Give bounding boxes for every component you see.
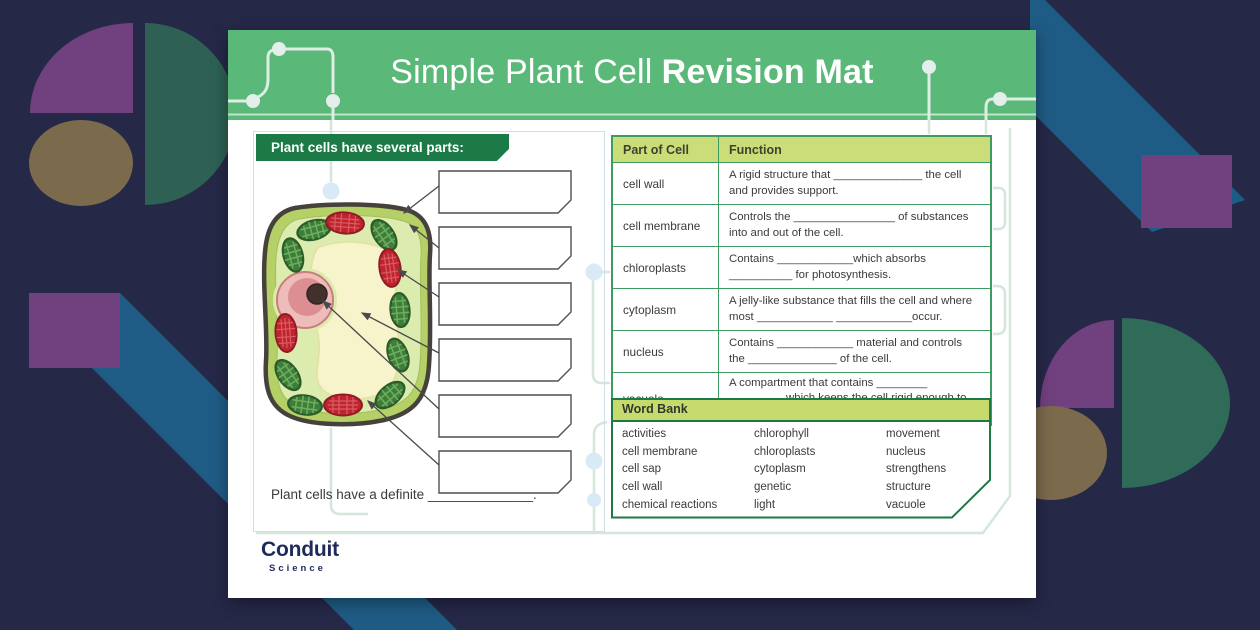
table-row: cytoplasm A jelly-like substance that fi…: [612, 289, 991, 331]
word-bank-title: Word Bank: [622, 402, 688, 416]
label-box-1: [439, 171, 571, 213]
word-bank-item: activities: [622, 426, 754, 444]
word-bank-column: movement nucleus strengthens structure v…: [886, 426, 982, 515]
page-background: Simple Plant Cell Revision Mat Plant cel…: [0, 0, 1260, 630]
word-bank-item: nucleus: [886, 444, 982, 462]
page-title-regular: Simple Plant Cell: [390, 53, 652, 92]
label-box-2: [439, 227, 571, 269]
plant-cell-illustration: [257, 201, 441, 439]
logo-subtitle: Science: [269, 563, 339, 574]
part-function: Contains ____________which absorbs _____…: [719, 247, 992, 289]
chloroplast-shapes: [270, 216, 412, 417]
conduit-logo: Conduit Science: [261, 538, 339, 574]
word-bank-column: chlorophyll chloroplasts cytoplasm genet…: [754, 426, 886, 515]
label-arrows: [323, 186, 439, 465]
bg-rect-purple-right: [1141, 155, 1232, 228]
word-bank-item: light: [754, 497, 886, 515]
bg-circle-olive: [29, 120, 133, 206]
title-banner: Simple Plant Cell Revision Mat: [228, 30, 1036, 120]
word-bank-item: chloroplasts: [754, 444, 886, 462]
word-bank-item: chlorophyll: [754, 426, 886, 444]
definite-sentence: Plant cells have a definite ____________…: [271, 487, 537, 502]
part-name: chloroplasts: [612, 247, 719, 289]
label-annotations: [254, 132, 606, 533]
word-bank-item: chemical reactions: [622, 497, 754, 515]
label-box-3: [439, 283, 571, 325]
word-bank-column: activities cell membrane cell sap cell w…: [622, 426, 754, 515]
word-bank-item: genetic: [754, 479, 886, 497]
table-header-row: Part of Cell Function: [612, 136, 991, 163]
part-function: A rigid structure that ______________ th…: [719, 163, 992, 205]
label-box-4: [439, 339, 571, 381]
word-bank-words: activities cell membrane cell sap cell w…: [622, 426, 982, 515]
table-row: cell wall A rigid structure that _______…: [612, 163, 991, 205]
word-bank: Word Bank activities cell membrane cell …: [611, 398, 992, 519]
word-bank-item: strengthens: [886, 461, 982, 479]
word-bank-item: cell sap: [622, 461, 754, 479]
nucleus-shape: [273, 268, 337, 332]
word-bank-item: movement: [886, 426, 982, 444]
red-organelle-shapes: [274, 211, 403, 415]
part-function: A jelly-like substance that fills the ce…: [719, 289, 992, 331]
part-name: cytoplasm: [612, 289, 719, 331]
label-box-5: [439, 395, 571, 437]
part-name: nucleus: [612, 331, 719, 373]
cell-wall-shape: [264, 204, 430, 424]
logo-name: Conduit: [261, 538, 339, 562]
part-name: cell membrane: [612, 205, 719, 247]
diagram-panel: Plant cells have several parts:: [253, 131, 605, 532]
part-name: cell wall: [612, 163, 719, 205]
worksheet-card: Simple Plant Cell Revision Mat Plant cel…: [228, 30, 1036, 598]
col-header-part: Part of Cell: [612, 136, 719, 163]
vacuole-shape: [309, 242, 399, 399]
word-bank-item: structure: [886, 479, 982, 497]
page-title: Simple Plant Cell Revision Mat: [228, 30, 1036, 114]
cytoplasm-shape: [276, 215, 422, 413]
table-row: cell membrane Controls the _____________…: [612, 205, 991, 247]
page-title-bold: Revision Mat: [662, 53, 874, 92]
word-bank-item: cytoplasm: [754, 461, 886, 479]
word-bank-item: cell membrane: [622, 444, 754, 462]
part-function: Contains ____________ material and contr…: [719, 331, 992, 373]
part-function: Controls the ________________ of substan…: [719, 205, 992, 247]
table-row: chloroplasts Contains ____________which …: [612, 247, 991, 289]
bg-rect-purple: [29, 293, 120, 368]
answer-boxes: [439, 171, 571, 493]
word-bank-item: cell wall: [622, 479, 754, 497]
word-bank-item: vacuole: [886, 497, 982, 515]
table-row: nucleus Contains ____________ material a…: [612, 331, 991, 373]
panel-heading: Plant cells have several parts:: [256, 134, 509, 161]
col-header-function: Function: [719, 136, 992, 163]
function-table: Part of Cell Function cell wall A rigid …: [611, 135, 992, 426]
